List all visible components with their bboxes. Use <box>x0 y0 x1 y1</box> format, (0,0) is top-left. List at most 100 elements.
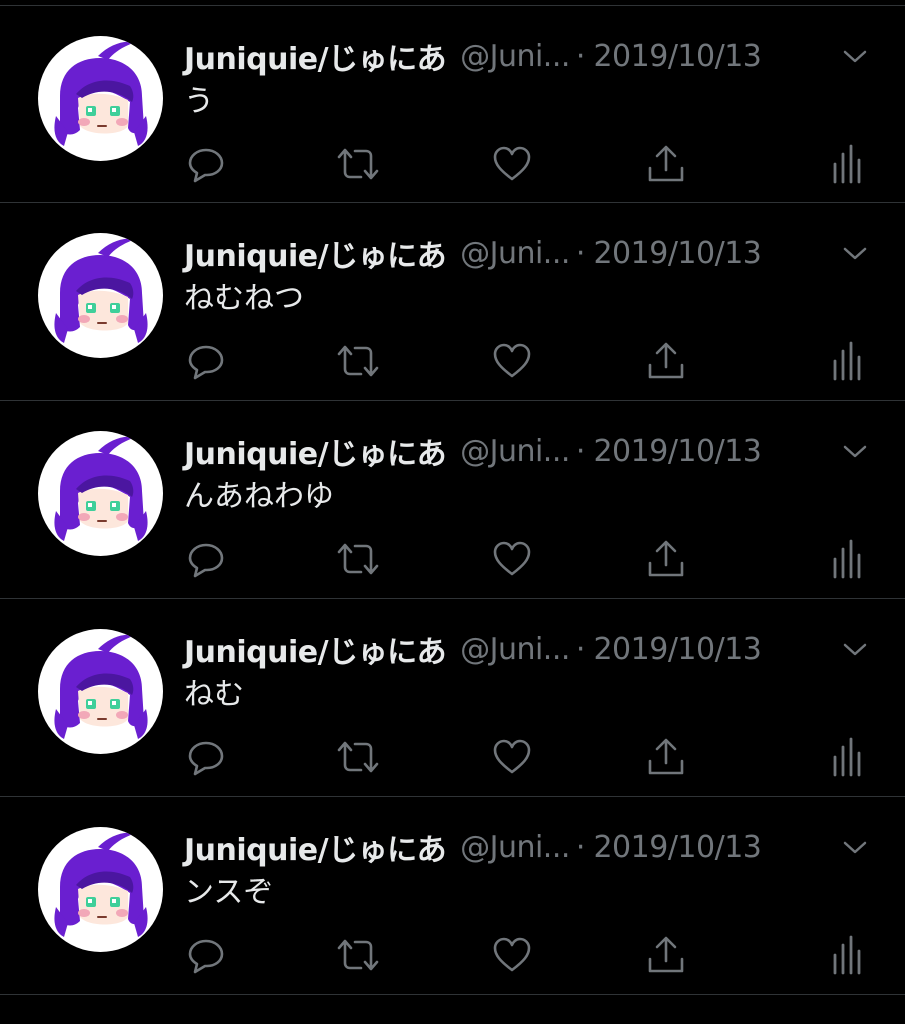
retweet-icon <box>337 148 379 180</box>
retweet-button[interactable] <box>336 933 380 977</box>
purple-hair-girl-avatar-icon <box>54 436 148 541</box>
analytics-icon <box>833 341 861 381</box>
separator-dot: · <box>575 38 586 74</box>
share-icon <box>648 738 684 775</box>
purple-hair-girl-avatar-icon <box>54 832 148 937</box>
reply-button[interactable] <box>184 339 228 383</box>
purple-hair-girl-avatar-icon <box>54 41 148 146</box>
display-name[interactable]: Juniquie/じゅにあ <box>184 34 447 78</box>
share-icon <box>648 540 684 577</box>
tweet-header: Juniquie/じゅにあ @Juni... · 2019/10/13 <box>184 825 875 869</box>
tweet[interactable]: Juniquie/じゅにあ @Juni... · 2019/10/13 んあねわ… <box>0 401 905 599</box>
chevron-down-icon[interactable] <box>841 243 869 263</box>
like-button[interactable] <box>490 735 534 779</box>
like-icon <box>493 343 531 378</box>
avatar[interactable] <box>38 827 163 952</box>
reply-icon <box>188 345 224 380</box>
tweet-actions <box>184 339 874 383</box>
retweet-button[interactable] <box>336 537 380 581</box>
reply-icon <box>188 939 224 974</box>
analytics-icon <box>833 935 861 975</box>
chevron-down-icon[interactable] <box>841 441 869 461</box>
tweet[interactable]: Juniquie/じゅにあ @Juni... · 2019/10/13 ンスぞ <box>0 797 905 995</box>
separator-dot: · <box>575 235 586 271</box>
reply-icon <box>188 148 224 183</box>
share-icon <box>648 342 684 379</box>
tweet-date[interactable]: 2019/10/13 <box>593 632 761 667</box>
tweet-header: Juniquie/じゅにあ @Juni... · 2019/10/13 <box>184 231 875 275</box>
share-button[interactable] <box>644 735 688 779</box>
share-button[interactable] <box>644 339 688 383</box>
reply-icon <box>188 543 224 578</box>
tweet-text: ねむ <box>184 677 244 712</box>
share-icon <box>648 145 684 182</box>
reply-button[interactable] <box>184 142 228 186</box>
reply-icon <box>188 741 224 776</box>
like-icon <box>493 937 531 972</box>
purple-hair-girl-avatar-icon <box>54 238 148 343</box>
user-handle[interactable]: @Juni... <box>460 39 570 74</box>
reply-button[interactable] <box>184 933 228 977</box>
analytics-button[interactable] <box>824 735 868 779</box>
tweet[interactable]: Juniquie/じゅにあ @Juni... · 2019/10/13 ねむねつ <box>0 203 905 401</box>
reply-button[interactable] <box>184 735 228 779</box>
retweet-icon <box>337 741 379 773</box>
retweet-button[interactable] <box>336 142 380 186</box>
tweet-actions <box>184 933 874 977</box>
display-name[interactable]: Juniquie/じゅにあ <box>184 825 447 869</box>
tweet-header: Juniquie/じゅにあ @Juni... · 2019/10/13 <box>184 429 875 473</box>
user-handle[interactable]: @Juni... <box>460 830 570 865</box>
chevron-down-icon[interactable] <box>841 837 869 857</box>
separator-dot: · <box>575 631 586 667</box>
separator-dot: · <box>575 433 586 469</box>
user-handle[interactable]: @Juni... <box>460 236 570 271</box>
reply-button[interactable] <box>184 537 228 581</box>
tweet-text: ねむねつ <box>184 281 304 316</box>
retweet-button[interactable] <box>336 339 380 383</box>
like-button[interactable] <box>490 933 534 977</box>
user-handle[interactable]: @Juni... <box>460 434 570 469</box>
share-button[interactable] <box>644 537 688 581</box>
avatar[interactable] <box>38 36 163 161</box>
avatar[interactable] <box>38 431 163 556</box>
tweet-header: Juniquie/じゅにあ @Juni... · 2019/10/13 <box>184 34 875 78</box>
tweet-actions <box>184 142 874 186</box>
share-button[interactable] <box>644 142 688 186</box>
chevron-down-icon[interactable] <box>841 46 869 66</box>
analytics-button[interactable] <box>824 142 868 186</box>
like-button[interactable] <box>490 142 534 186</box>
analytics-button[interactable] <box>824 537 868 581</box>
timeline-feed: Juniquie/じゅにあ @Juni... · 2019/10/13 う Ju… <box>0 5 905 995</box>
retweet-icon <box>337 345 379 377</box>
avatar[interactable] <box>38 629 163 754</box>
analytics-icon <box>833 737 861 777</box>
like-icon <box>493 739 531 774</box>
analytics-button[interactable] <box>824 339 868 383</box>
retweet-icon <box>337 543 379 575</box>
display-name[interactable]: Juniquie/じゅにあ <box>184 429 447 473</box>
analytics-icon <box>833 144 861 184</box>
like-button[interactable] <box>490 537 534 581</box>
tweet-date[interactable]: 2019/10/13 <box>593 434 761 469</box>
avatar[interactable] <box>38 233 163 358</box>
like-button[interactable] <box>490 339 534 383</box>
purple-hair-girl-avatar-icon <box>54 634 148 739</box>
tweet-date[interactable]: 2019/10/13 <box>593 39 761 74</box>
tweet-date[interactable]: 2019/10/13 <box>593 830 761 865</box>
tweet[interactable]: Juniquie/じゅにあ @Juni... · 2019/10/13 う <box>0 5 905 203</box>
tweet-text: う <box>184 84 214 119</box>
tweet-text: んあねわゆ <box>184 479 334 514</box>
separator-dot: · <box>575 829 586 865</box>
user-handle[interactable]: @Juni... <box>460 632 570 667</box>
tweet-actions <box>184 735 874 779</box>
retweet-button[interactable] <box>336 735 380 779</box>
display-name[interactable]: Juniquie/じゅにあ <box>184 627 447 671</box>
display-name[interactable]: Juniquie/じゅにあ <box>184 231 447 275</box>
like-icon <box>493 146 531 181</box>
tweet-date[interactable]: 2019/10/13 <box>593 236 761 271</box>
share-button[interactable] <box>644 933 688 977</box>
analytics-button[interactable] <box>824 933 868 977</box>
tweet[interactable]: Juniquie/じゅにあ @Juni... · 2019/10/13 ねむ <box>0 599 905 797</box>
chevron-down-icon[interactable] <box>841 639 869 659</box>
analytics-icon <box>833 539 861 579</box>
